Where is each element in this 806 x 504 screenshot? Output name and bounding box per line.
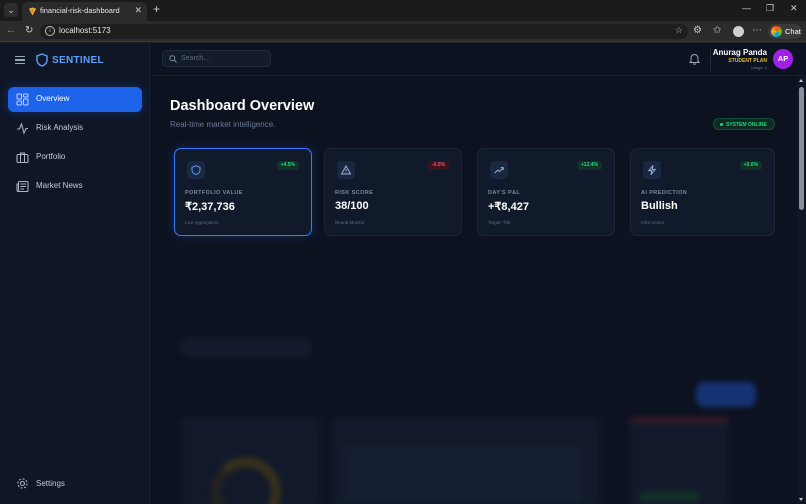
nav-item-risk-analysis[interactable]: Risk Analysis xyxy=(8,116,142,141)
favicon-icon xyxy=(28,7,37,16)
loading-blurred-section xyxy=(151,287,797,504)
nav-label-overview: Overview xyxy=(36,94,70,103)
shield-logo-icon xyxy=(36,53,48,67)
site-info-icon[interactable]: i xyxy=(45,26,55,36)
nav-item-overview[interactable]: Overview xyxy=(8,87,142,112)
more-menu-icon[interactable]: ⋯ xyxy=(752,25,762,37)
address-bar[interactable]: i localhost:5173 ☆ xyxy=(40,24,688,39)
activity-icon xyxy=(17,122,28,135)
restore-icon[interactable]: ❐ xyxy=(766,3,774,14)
alert-triangle-icon xyxy=(337,161,355,179)
copilot-icon xyxy=(771,26,782,37)
status-badge: SYSTEM ONLINE xyxy=(713,118,775,130)
blurred-green-tag xyxy=(639,492,699,502)
browser-tab[interactable]: financial-risk-dashboard ✕ xyxy=(22,2,147,21)
blurred-chart xyxy=(343,447,583,502)
card-value: 38/100 xyxy=(335,200,369,212)
scroll-down-icon[interactable] xyxy=(799,498,803,501)
nav-item-portfolio[interactable]: Portfolio xyxy=(8,145,142,170)
card-note: Live Aggregation xyxy=(185,220,219,225)
nav-label-risk-analysis: Risk Analysis xyxy=(36,123,84,132)
card-label: AI PREDICTION xyxy=(641,190,688,196)
address-url: localhost:5173 xyxy=(59,26,111,35)
app-root: SENTINEL Overview Risk Analysis Portfoli… xyxy=(0,43,806,504)
nav-label-market-news: Market News xyxy=(36,181,83,190)
briefcase-icon xyxy=(16,152,29,164)
browser-toolbar: ← ↻ i localhost:5173 ☆ ⚙ ✩ ⋯ Chat xyxy=(0,21,806,42)
blurred-heading xyxy=(181,337,311,357)
card-label: PORTFOLIO VALUE xyxy=(185,190,243,196)
settings-button[interactable]: Settings xyxy=(8,473,142,493)
user-name: Anurag Panda xyxy=(712,48,767,57)
extensions-icon[interactable]: ⚙ xyxy=(693,25,702,37)
zap-icon xyxy=(643,161,661,179)
bell-icon[interactable] xyxy=(689,53,700,65)
card-note: Infra Sector xyxy=(641,220,665,225)
shield-icon xyxy=(187,161,205,179)
close-window-icon[interactable]: ✕ xyxy=(790,3,798,14)
trending-up-icon xyxy=(490,161,508,179)
tab-strip: ⌄ financial-risk-dashboard ✕ + — ❐ ✕ xyxy=(0,0,806,21)
search-input[interactable]: Search... xyxy=(162,50,271,67)
blurred-button xyxy=(696,382,756,407)
nav-label-portfolio: Portfolio xyxy=(36,152,66,161)
card-note: Target: ₹9k xyxy=(488,220,511,225)
scroll-up-icon[interactable] xyxy=(799,79,803,82)
card-value: ₹2,37,736 xyxy=(185,201,235,213)
sidebar: SENTINEL Overview Risk Analysis Portfoli… xyxy=(0,43,150,504)
bookmark-star-icon[interactable]: ☆ xyxy=(675,25,683,36)
scrollbar-thumb[interactable] xyxy=(799,87,804,210)
card-note: Neural Monitor xyxy=(335,220,365,225)
card-value: Bullish xyxy=(641,200,678,212)
chat-label: Chat xyxy=(785,27,801,36)
search-placeholder: Search... xyxy=(181,55,210,62)
scrollbar[interactable] xyxy=(797,77,806,504)
kpi-card-days-pnl[interactable]: +12.4% DAY'S P&L +₹8,427 Target: ₹9k xyxy=(477,148,615,236)
main-content: Dashboard Overview Real-time market inte… xyxy=(151,77,797,504)
kpi-card-risk-score[interactable]: -0.5% RISK SCORE 38/100 Neural Monitor xyxy=(324,148,462,236)
reload-icon[interactable]: ↻ xyxy=(25,25,33,37)
trend-badge: -0.5% xyxy=(427,161,449,170)
page-title: Dashboard Overview xyxy=(170,98,315,114)
trend-badge: +0.0% xyxy=(739,161,762,170)
card-label: DAY'S P&L xyxy=(488,190,521,196)
browser-profile-avatar[interactable] xyxy=(733,26,744,37)
browser-window: ⌄ financial-risk-dashboard ✕ + — ❐ ✕ ← ↻… xyxy=(0,0,806,504)
blurred-gauge xyxy=(211,457,281,504)
tab-search-button[interactable]: ⌄ xyxy=(4,3,18,17)
top-bar: Search... Anurag Panda STUDENT PLAN Usag… xyxy=(151,43,806,76)
kpi-card-portfolio-value[interactable]: +4.5% PORTFOLIO VALUE ₹2,37,736 Live Agg… xyxy=(174,148,312,236)
chat-button[interactable]: Chat xyxy=(768,24,802,39)
card-value: +₹8,427 xyxy=(488,201,529,213)
search-icon xyxy=(169,55,177,63)
avatar[interactable]: AP xyxy=(773,49,793,69)
close-tab-icon[interactable]: ✕ xyxy=(134,5,142,16)
page-subtitle: Real-time market intelligence. xyxy=(170,120,276,129)
blurred-side-panel xyxy=(629,417,729,504)
blurred-chart-panel xyxy=(331,417,601,504)
back-icon[interactable]: ← xyxy=(6,25,16,37)
kpi-card-ai-prediction[interactable]: +0.0% AI PREDICTION Bullish Infra Sector xyxy=(630,148,775,236)
status-dot-icon xyxy=(720,123,723,126)
nav-item-market-news[interactable]: Market News xyxy=(8,174,142,199)
blurred-alert-strip xyxy=(629,417,729,423)
grid-icon xyxy=(16,93,29,106)
tab-title: financial-risk-dashboard xyxy=(40,6,120,15)
user-plan-badge: STUDENT PLAN xyxy=(728,58,767,64)
menu-toggle-icon[interactable] xyxy=(15,56,25,64)
brand-name: SENTINEL xyxy=(52,55,104,66)
minimize-icon[interactable]: — xyxy=(742,3,751,13)
status-text: SYSTEM ONLINE xyxy=(726,121,767,128)
user-usage: Usage: 4 xyxy=(750,65,767,70)
topbar-divider xyxy=(710,49,711,71)
settings-label: Settings xyxy=(36,479,65,488)
newspaper-icon xyxy=(16,180,29,193)
trend-badge: +12.4% xyxy=(576,161,602,170)
gear-icon xyxy=(17,478,28,489)
new-tab-button[interactable]: + xyxy=(153,3,160,15)
favorites-icon[interactable]: ✩ xyxy=(713,25,721,37)
card-label: RISK SCORE xyxy=(335,190,374,196)
trend-badge: +4.5% xyxy=(276,161,299,170)
blurred-gauge-panel xyxy=(181,417,321,504)
